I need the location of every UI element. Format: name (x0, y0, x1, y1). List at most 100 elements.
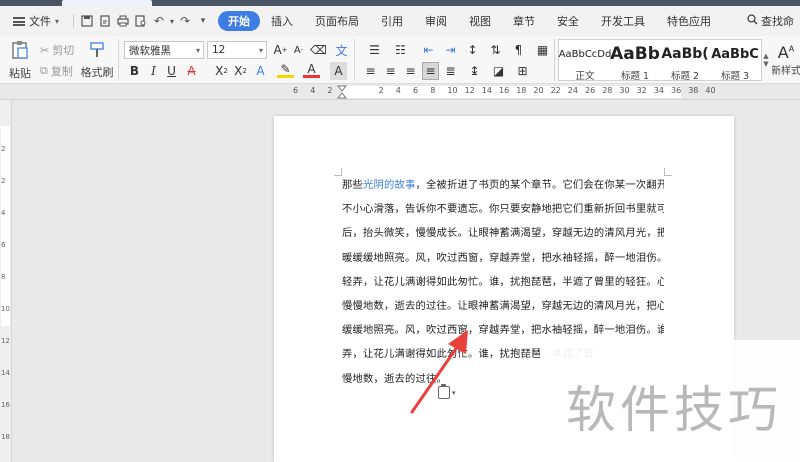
ruler-number: 28 (602, 86, 613, 95)
scissors-icon: ✂ (40, 43, 50, 57)
menu-divider (73, 14, 75, 28)
ruler-number: 40 (705, 86, 716, 95)
paragraph-line: 不小心滑落，告诉你不要遗忘。你只要安静地把它们重新折回书里就可以了。然 (342, 203, 664, 216)
justify-icon[interactable]: ≡ (422, 62, 439, 80)
copy-button[interactable]: ⧉ 复制 (40, 63, 73, 79)
font-size-select[interactable]: 12 ▾ (207, 41, 267, 59)
undo-dropdown-icon[interactable]: ▾ (168, 10, 176, 32)
chevron-down-icon: ▾ (195, 46, 200, 55)
bullets-icon[interactable]: ☰ (366, 41, 383, 59)
distributed-align-icon[interactable]: ≣ (442, 62, 459, 80)
style-heading-3[interactable]: AaBbC 标题 3 (710, 42, 760, 83)
subscript-icon[interactable]: X2 (232, 62, 249, 80)
tab-features[interactable]: 特色应用 (656, 10, 722, 32)
style-heading-3-name: 标题 3 (720, 71, 750, 82)
shrink-font-icon[interactable]: A- (290, 41, 307, 59)
tab-view[interactable]: 视图 (458, 10, 502, 32)
hyperlink-text[interactable]: 光阴的故事 (363, 179, 415, 191)
ruler-number: 10 (447, 86, 458, 95)
italic-icon[interactable]: I (145, 62, 162, 80)
style-normal-sample: AaBbCcDd (558, 48, 612, 60)
ruler-number: 38 (688, 86, 699, 95)
strikethrough-icon[interactable]: A (183, 62, 200, 80)
print-icon[interactable] (114, 10, 132, 32)
tab-security[interactable]: 安全 (546, 10, 590, 32)
vertical-ruler-number: 2 (1, 145, 6, 153)
paragraph-line: 暖缓缓地照亮。风，吹过西窗，穿越弄堂，把水袖轻摇，醉一地泪伤。谁，起舞 (342, 251, 664, 264)
character-shading-icon[interactable]: A (330, 62, 347, 80)
align-right-icon[interactable]: ≡ (402, 62, 419, 80)
menu-bar: 文件 ▾ ↶ ▾ ↷ ▾ 开始 插入 页面布局 引用 审阅 视图 章节 安全 开… (0, 6, 800, 36)
tab-developer[interactable]: 开发工具 (590, 10, 656, 32)
tab-review[interactable]: 审阅 (414, 10, 458, 32)
paragraph-line: 后，抬头微笑，慢慢成长。让眼神蓄满渴望，穿越无边的清风月光，把心，用温 (342, 227, 664, 240)
bold-icon[interactable]: B (126, 62, 143, 80)
border-bottom-icon[interactable]: ⊞ (514, 62, 531, 80)
shading-icon[interactable]: ◪ (490, 62, 507, 80)
font-color-icon[interactable]: A (303, 62, 320, 78)
paste-label: 粘贴 (9, 66, 31, 80)
chevron-down-icon: ▾ (258, 46, 263, 55)
tab-home[interactable]: 开始 (218, 11, 261, 31)
undo-icon[interactable]: ↶ (150, 10, 168, 32)
vertical-ruler[interactable]: 2 2 4 6 8 10 12 14 16 18 (0, 100, 12, 462)
style-heading-1[interactable]: AaBb 标题 1 (610, 42, 660, 82)
customize-quick-access-icon[interactable]: ▾ (194, 10, 212, 32)
highlight-icon[interactable]: ✎ (277, 62, 294, 78)
line-spacing-icon[interactable]: ↨ (466, 62, 483, 80)
ruler-number: 8 (430, 86, 436, 95)
tab-page-layout[interactable]: 页面布局 (304, 10, 370, 32)
decrease-indent-icon[interactable]: ⇤ (420, 41, 437, 59)
print-preview-icon[interactable] (132, 10, 150, 32)
new-style-button[interactable]: AA 新样式 (772, 39, 800, 81)
paste-button[interactable]: 粘贴 (6, 39, 34, 81)
tab-chapter[interactable]: 章节 (502, 10, 546, 32)
numbering-icon[interactable]: ☷ (392, 41, 409, 59)
grow-font-icon[interactable]: A + (272, 41, 289, 59)
ribbon-toolbar: 粘贴 ✂ 剪切 ⧉ 复制 格式刷 微软雅黑 ▾ 12 ▾ A + A- ⌫ 文 B… (0, 36, 800, 84)
increase-indent-icon[interactable]: ⇥ (442, 41, 459, 59)
phonetic-guide-icon[interactable]: 文 (333, 41, 350, 59)
superscript-icon[interactable]: X2 (213, 62, 230, 80)
tab-insert[interactable]: 插入 (260, 10, 304, 32)
redo-icon[interactable]: ↷ (176, 10, 194, 32)
ruler-number: 2 (378, 86, 384, 95)
show-marks-icon[interactable]: ¶ (510, 41, 527, 59)
style-heading-2-sample: AaBb( (661, 46, 709, 62)
search-command-box[interactable]: 查找命 (747, 10, 794, 32)
line-text: 那些 (342, 179, 363, 191)
sort-icon[interactable]: ⇅ (487, 41, 504, 59)
search-icon (747, 14, 758, 28)
chinese-layout-icon[interactable]: ↕ (464, 41, 481, 59)
ruler-text-area (341, 86, 681, 98)
ruler-number: 6 (413, 86, 419, 95)
export-pdf-icon[interactable] (96, 10, 114, 32)
style-normal[interactable]: AaBbCcDd 正文 (558, 42, 612, 83)
clear-format-icon[interactable]: ⌫ (310, 41, 327, 59)
save-icon[interactable] (78, 10, 96, 32)
indent-marker-icon[interactable] (336, 84, 348, 100)
ruler-number: 4 (395, 86, 401, 95)
tab-references[interactable]: 引用 (370, 10, 414, 32)
cut-button[interactable]: ✂ 剪切 (40, 42, 74, 58)
align-left-icon[interactable]: ≡ (362, 62, 379, 80)
ruler-number: 16 (499, 86, 510, 95)
align-center-icon[interactable]: ≡ (382, 62, 399, 80)
horizontal-ruler[interactable]: 6 4 2 2 4 6 8 10 12 14 16 18 20 22 24 26 28 30 32 34 36 38 40 (0, 84, 800, 100)
format-painter-button[interactable]: 格式刷 (80, 39, 114, 81)
paragraph-line: 那些光阴的故事，全被折进了书页的某个章节。它们会在你某一次翻开书的时候 (342, 176, 664, 200)
ruler-number: 22 (550, 86, 561, 95)
style-heading-2[interactable]: AaBb( 标题 2 (661, 42, 709, 82)
font-name-select[interactable]: 微软雅黑 ▾ (124, 41, 204, 59)
file-menu-button[interactable]: 文件 ▾ (6, 10, 69, 32)
font-size-value: 12 (212, 44, 226, 56)
underline-icon[interactable]: U (163, 62, 180, 80)
borders-icon[interactable]: ▦ (534, 41, 551, 59)
style-heading-1-sample: AaBb (610, 44, 660, 64)
ruler-number: 2 (327, 86, 333, 95)
format-painter-label: 格式刷 (80, 65, 114, 79)
text-effect-icon[interactable]: A (252, 62, 269, 80)
new-style-icon: AA (777, 43, 795, 62)
styles-scroll-icon[interactable]: ▲ ▼ (762, 40, 770, 80)
cut-label: 剪切 (52, 44, 75, 57)
